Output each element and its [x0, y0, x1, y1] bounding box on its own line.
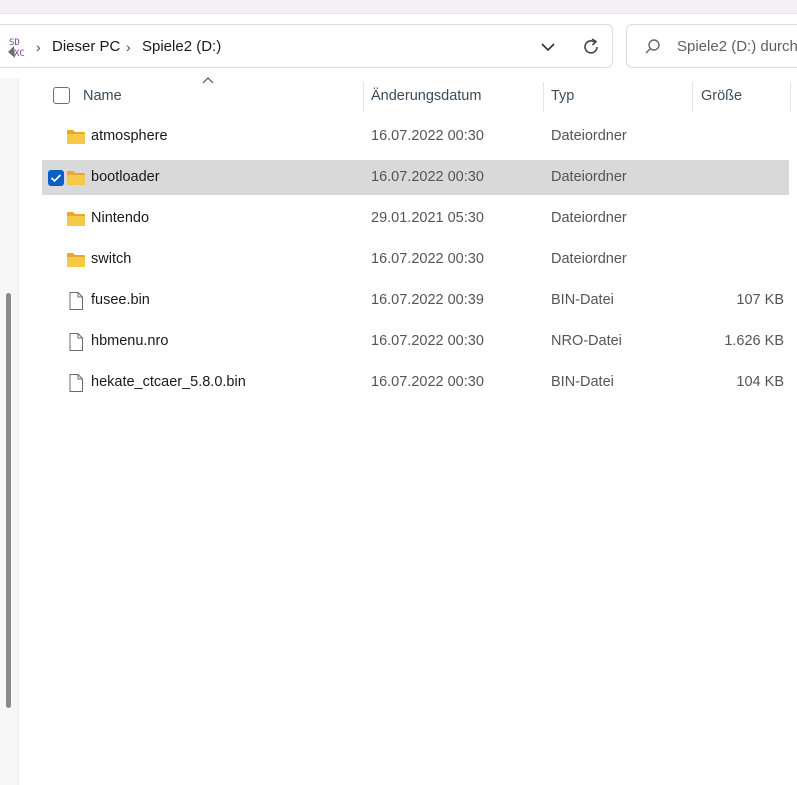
file-type: Dateiordner: [551, 251, 627, 267]
row-checkbox[interactable]: [48, 170, 64, 186]
file-name: bootloader: [91, 169, 160, 185]
column-divider[interactable]: [543, 82, 544, 112]
column-date[interactable]: Änderungsdatum: [371, 88, 481, 104]
file-icon: [66, 291, 86, 311]
sd-card-drive-icon: SD XC: [8, 38, 25, 59]
file-name: Nintendo: [91, 210, 150, 226]
file-size: 1.626 KB: [724, 333, 784, 349]
file-row[interactable]: switch 16.07.2022 00:30 Dateiordner: [42, 242, 789, 277]
search-box[interactable]: Spiele2 (D:) durchs: [626, 24, 797, 68]
file-date: 16.07.2022 00:30: [371, 128, 484, 144]
column-name[interactable]: Name: [83, 88, 122, 104]
folder-icon: [66, 168, 86, 188]
address-bar[interactable]: SD XC › Dieser PC › Spiele2 (D:): [0, 24, 613, 68]
svg-text:XC: XC: [14, 49, 25, 59]
navigation-pane[interactable]: [0, 78, 19, 785]
file-row[interactable]: Nintendo 29.01.2021 05:30 Dateiordner: [42, 201, 789, 236]
file-date: 16.07.2022 00:39: [371, 292, 484, 308]
breadcrumb-separator-icon: ›: [36, 39, 41, 55]
file-type: NRO-Datei: [551, 333, 622, 349]
column-divider[interactable]: [790, 82, 791, 112]
file-date: 16.07.2022 00:30: [371, 169, 484, 185]
chevron-down-icon[interactable]: [538, 37, 558, 57]
breadcrumb-separator-icon: ›: [126, 39, 131, 55]
file-type: BIN-Datei: [551, 292, 614, 308]
file-type: Dateiordner: [551, 169, 627, 185]
folder-icon: [66, 127, 86, 147]
nav-scrollbar[interactable]: [6, 293, 11, 708]
file-date: 16.07.2022 00:30: [371, 333, 484, 349]
file-name: hbmenu.nro: [91, 333, 169, 349]
file-row[interactable]: fusee.bin 16.07.2022 00:39 BIN-Datei 107 KB: [42, 283, 789, 318]
file-date: 29.01.2021 05:30: [371, 210, 484, 226]
folder-icon: [66, 209, 86, 229]
file-row[interactable]: bootloader 16.07.2022 00:30 Dateiordner: [42, 160, 789, 195]
search-icon: [645, 39, 660, 54]
file-row[interactable]: atmosphere 16.07.2022 00:30 Dateiordner: [42, 119, 789, 154]
window-top-strip: [0, 0, 797, 14]
breadcrumb-this-pc[interactable]: Dieser PC: [52, 38, 120, 55]
file-name: switch: [91, 251, 132, 267]
file-name: hekate_ctcaer_5.8.0.bin: [91, 374, 246, 390]
select-all-checkbox[interactable]: [53, 87, 70, 104]
file-icon: [66, 373, 86, 393]
refresh-icon[interactable]: [580, 36, 602, 58]
column-type[interactable]: Typ: [551, 88, 574, 104]
file-size: 104 KB: [736, 374, 784, 390]
file-type: Dateiordner: [551, 210, 627, 226]
file-size: 107 KB: [736, 292, 784, 308]
column-header: Name Änderungsdatum Typ Größe: [42, 77, 797, 116]
breadcrumb-drive[interactable]: Spiele2 (D:): [142, 38, 221, 55]
file-name: fusee.bin: [91, 292, 150, 308]
file-name: atmosphere: [91, 128, 168, 144]
column-divider[interactable]: [363, 82, 364, 112]
sort-ascending-icon: [202, 77, 214, 84]
file-date: 16.07.2022 00:30: [371, 374, 484, 390]
file-icon: [66, 332, 86, 352]
file-row[interactable]: hbmenu.nro 16.07.2022 00:30 NRO-Datei 1.626…: [42, 324, 789, 359]
file-type: BIN-Datei: [551, 374, 614, 390]
search-input[interactable]: Spiele2 (D:) durchs: [677, 38, 797, 55]
column-size[interactable]: Größe: [701, 88, 742, 104]
folder-icon: [66, 250, 86, 270]
file-row[interactable]: hekate_ctcaer_5.8.0.bin 16.07.2022 00:30 B…: [42, 365, 789, 400]
svg-text:SD: SD: [9, 38, 20, 48]
file-type: Dateiordner: [551, 128, 627, 144]
column-divider[interactable]: [692, 82, 693, 112]
file-date: 16.07.2022 00:30: [371, 251, 484, 267]
